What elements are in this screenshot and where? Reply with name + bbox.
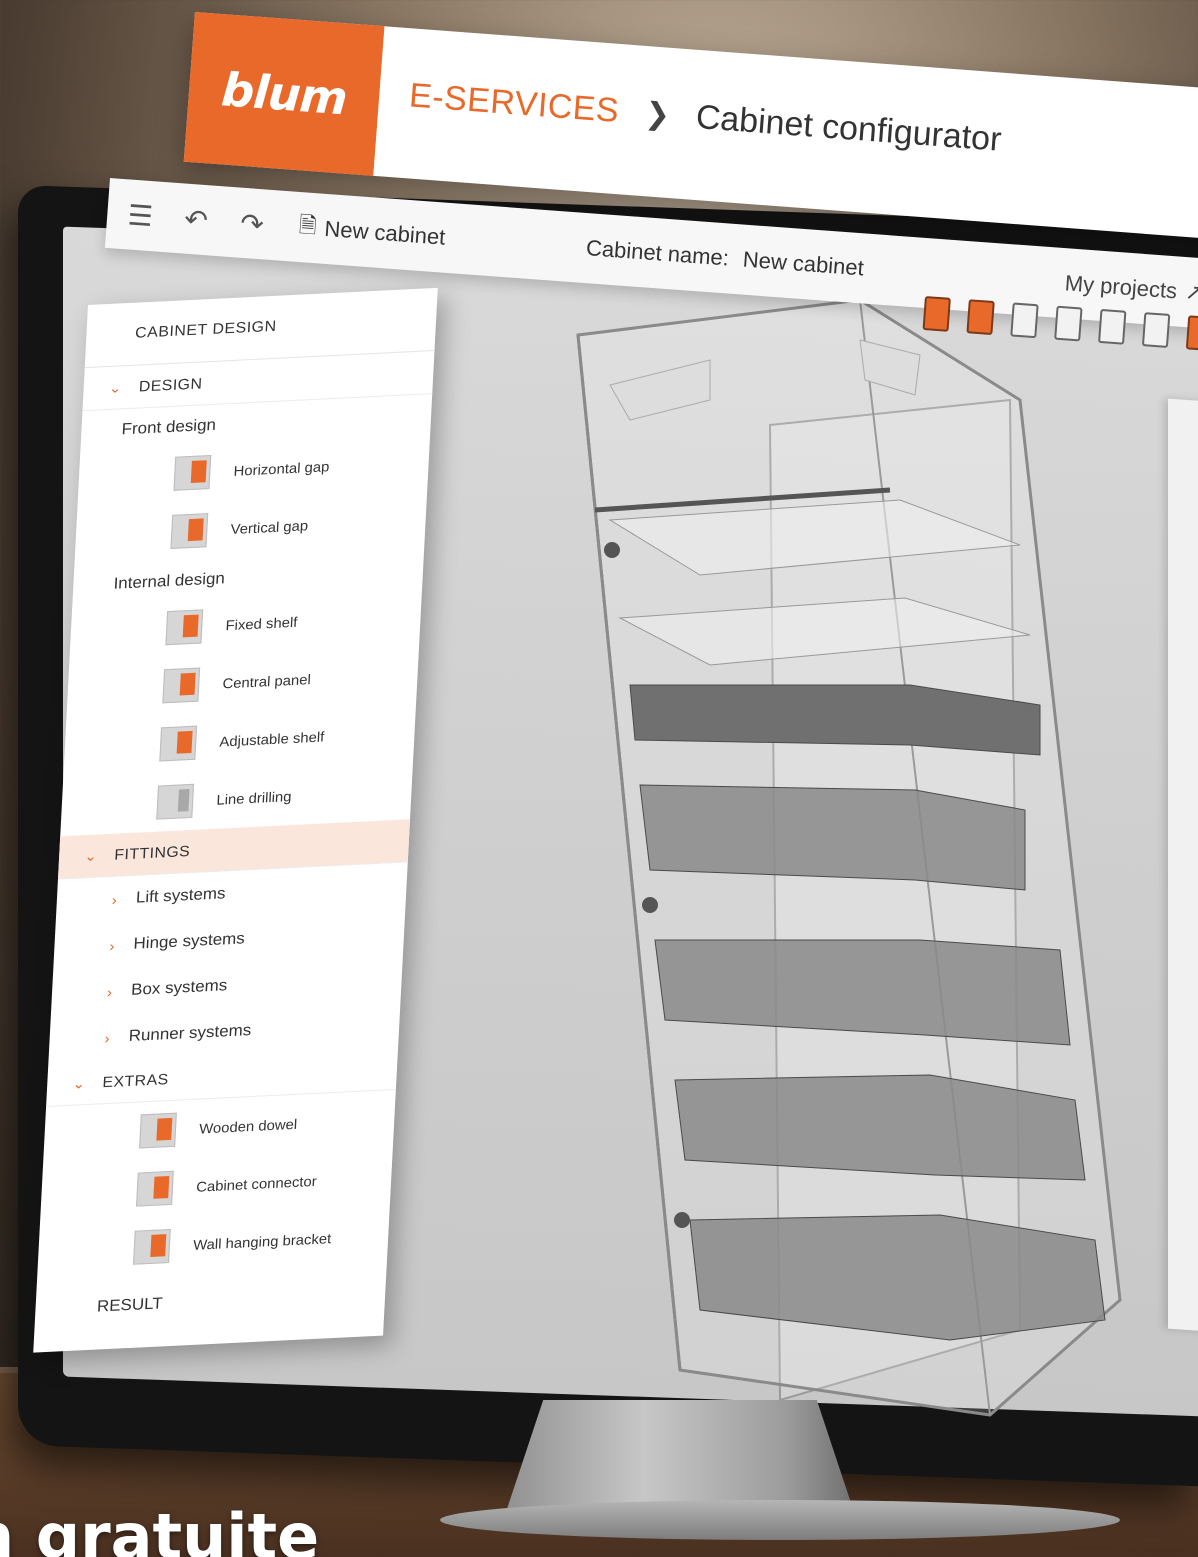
item-label: Line drilling xyxy=(216,788,293,808)
item-label: Wooden dowel xyxy=(198,1115,298,1137)
new-cabinet-button[interactable]: 🗎 New cabinet xyxy=(298,208,447,257)
item-label: Adjustable shelf xyxy=(219,728,325,750)
breadcrumb-eservices[interactable]: E-SERVICES xyxy=(408,76,621,131)
sidebar: CABINET DESIGN ⌄ DESIGN Front design Hor… xyxy=(33,287,438,1353)
wooden-dowel-icon xyxy=(139,1112,177,1149)
fixed-shelf-icon xyxy=(165,609,204,646)
view-solid-icon[interactable] xyxy=(1185,315,1198,352)
breadcrumb: E-SERVICES ❯ Cabinet configurator xyxy=(408,76,1003,159)
arrow-up-right-icon: ↗ xyxy=(1184,279,1198,306)
redo-icon[interactable]: ↷ xyxy=(227,199,276,248)
chevron-right-icon: › xyxy=(109,937,115,954)
logo-text: blum xyxy=(219,62,349,126)
undo-icon[interactable]: ↶ xyxy=(172,195,221,244)
chevron-right-icon: › xyxy=(111,891,118,908)
view-top-icon[interactable] xyxy=(1010,302,1039,339)
properties-panel xyxy=(1168,398,1198,1332)
horizontal-gap-icon xyxy=(173,454,212,491)
chevron-right-icon: ❯ xyxy=(643,97,672,132)
item-label: Runner systems xyxy=(128,1021,252,1046)
cabinet-name-label: Cabinet name: xyxy=(585,235,730,271)
item-label: Horizontal gap xyxy=(233,458,330,479)
vertical-gap-icon xyxy=(170,513,209,549)
item-label: Hinge systems xyxy=(133,930,246,953)
cabinet-connector-icon xyxy=(136,1170,174,1207)
chevron-down-icon: ⌄ xyxy=(72,1074,86,1092)
view-back-icon[interactable] xyxy=(1054,305,1083,342)
my-projects-label: My projects xyxy=(1063,270,1178,304)
caption-text: n gratuite xyxy=(0,1500,320,1557)
section-fittings-label: FITTINGS xyxy=(113,842,191,864)
chevron-down-icon: ⌄ xyxy=(108,378,123,396)
menu-icon[interactable]: ☰ xyxy=(116,191,165,240)
document-icon: 🗎 xyxy=(298,212,318,239)
page-title: Cabinet configurator xyxy=(694,97,1003,159)
item-label: Lift systems xyxy=(135,885,226,907)
item-label: Vertical gap xyxy=(230,517,309,538)
new-cabinet-label: New cabinet xyxy=(323,215,447,250)
cabinet-name-value: New cabinet xyxy=(742,246,865,281)
item-label: Central panel xyxy=(222,671,312,692)
item-label: Wall hanging bracket xyxy=(192,1230,332,1253)
section-design-label: DESIGN xyxy=(138,374,203,396)
view-wireframe-icon[interactable] xyxy=(1141,312,1171,348)
item-label: Cabinet connector xyxy=(195,1172,318,1195)
section-extras-label: EXTRAS xyxy=(102,1070,170,1091)
cabinet-name[interactable]: Cabinet name: New cabinet xyxy=(585,235,864,281)
wall-hanging-bracket-icon xyxy=(132,1228,171,1265)
blum-logo[interactable]: blum xyxy=(183,12,385,176)
view-iso-icon[interactable] xyxy=(1098,308,1127,345)
item-label: Box systems xyxy=(130,977,228,999)
line-drilling-icon xyxy=(156,783,195,820)
my-projects-link[interactable]: My projects ↗ xyxy=(1064,270,1198,306)
monitor-stand-base xyxy=(440,1500,1120,1540)
central-panel-icon xyxy=(162,667,201,704)
view-front-icon[interactable] xyxy=(922,296,951,332)
adjustable-shelf-icon xyxy=(159,725,198,762)
item-label: Fixed shelf xyxy=(225,613,298,634)
chevron-right-icon: › xyxy=(106,983,113,1001)
view-side-icon[interactable] xyxy=(966,299,995,336)
chevron-right-icon: › xyxy=(104,1029,111,1047)
chevron-down-icon: ⌄ xyxy=(84,847,98,864)
cabinet-3d-view[interactable] xyxy=(570,300,1130,1430)
